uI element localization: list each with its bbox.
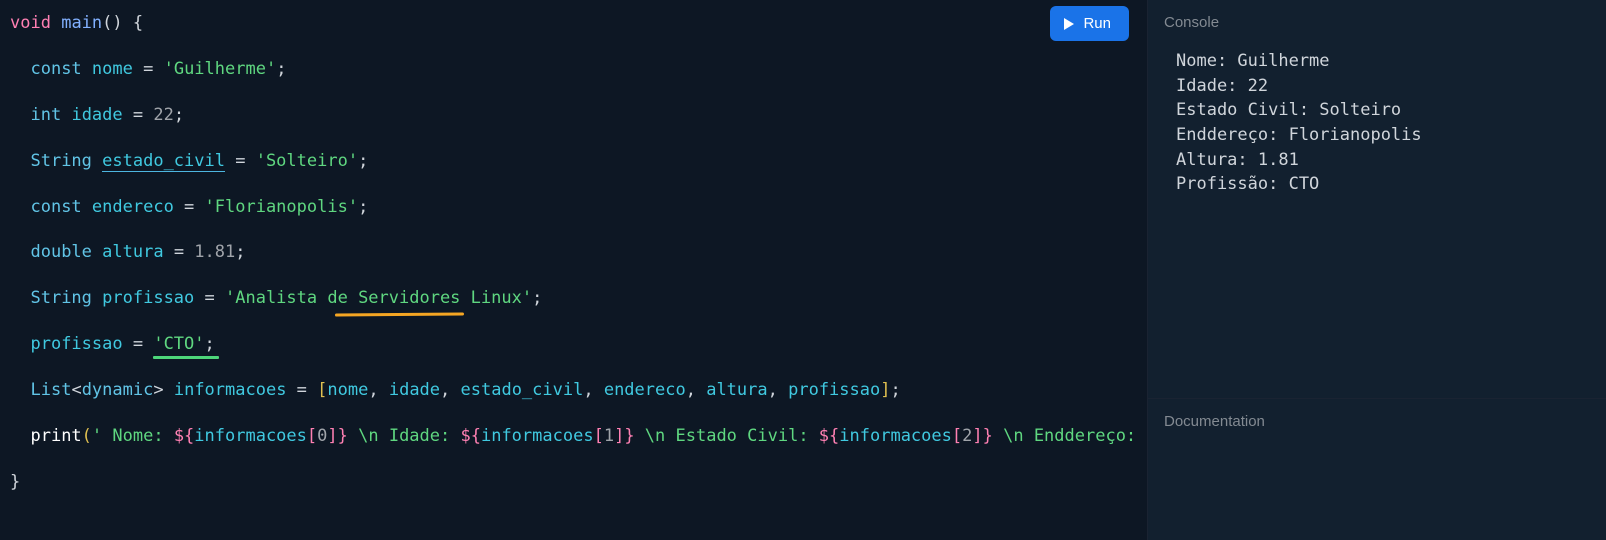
run-button[interactable]: Run xyxy=(1050,6,1129,41)
right-sidebar: Console Nome: Guilherme Idade: 22 Estado… xyxy=(1147,0,1606,540)
documentation-panel: Documentation xyxy=(1148,398,1606,540)
run-button-label: Run xyxy=(1083,15,1111,32)
play-icon xyxy=(1064,18,1074,30)
console-header: Console xyxy=(1148,0,1606,41)
code-content[interactable]: void main() { const nome = 'Guilherme'; … xyxy=(10,12,1147,494)
code-editor-pane[interactable]: Run void main() { const nome = 'Guilherm… xyxy=(0,0,1147,540)
console-output[interactable]: Nome: Guilherme Idade: 22 Estado Civil: … xyxy=(1148,41,1606,398)
console-panel: Console Nome: Guilherme Idade: 22 Estado… xyxy=(1148,0,1606,398)
documentation-header: Documentation xyxy=(1148,399,1606,440)
